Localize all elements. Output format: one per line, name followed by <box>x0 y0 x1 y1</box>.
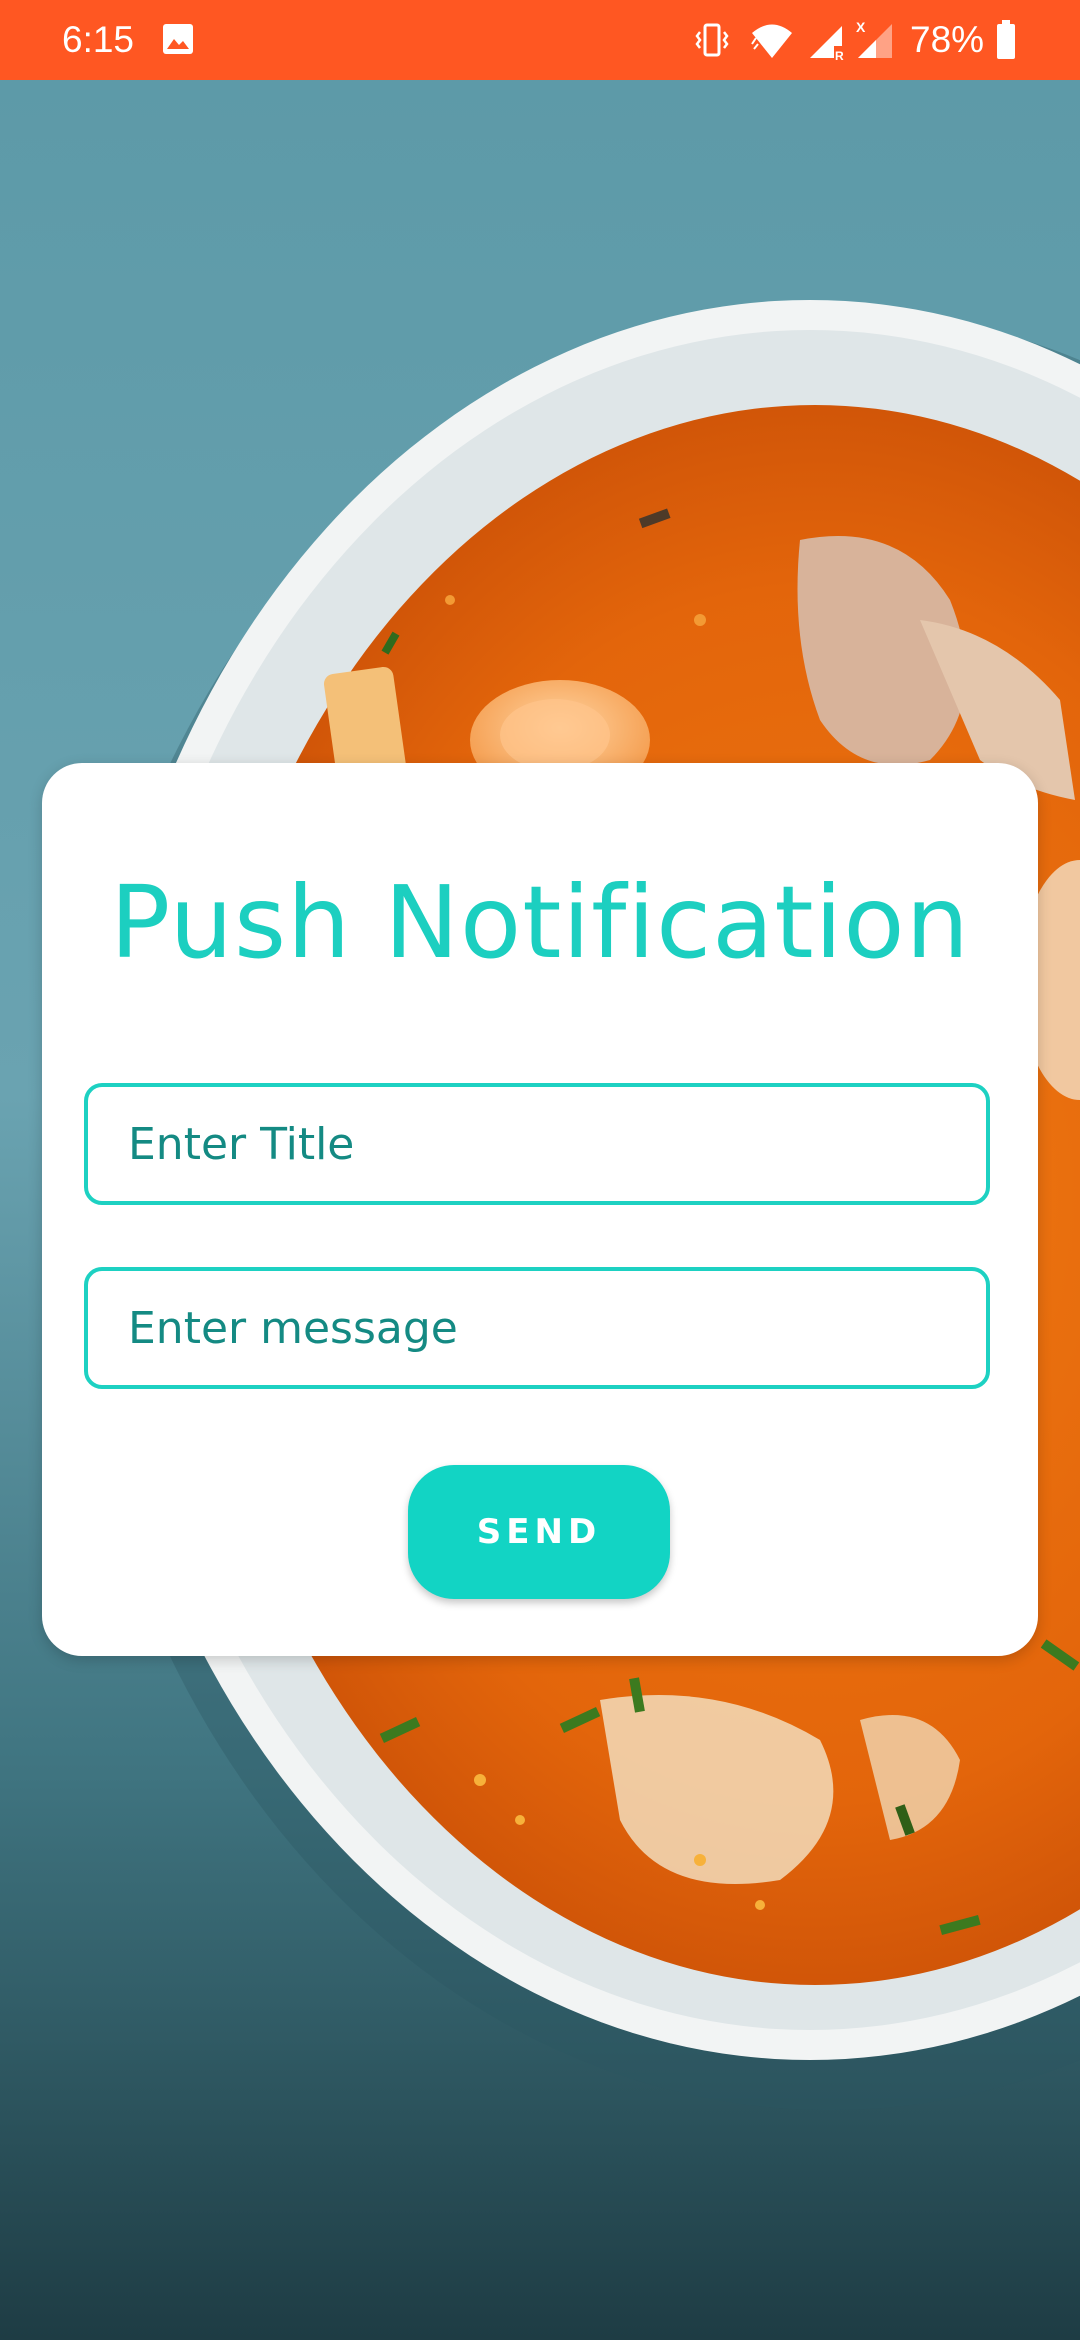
title-field[interactable] <box>84 1083 990 1205</box>
signal-roaming-icon: R <box>810 26 844 62</box>
image-icon <box>163 24 193 54</box>
vibrate-icon <box>695 23 729 57</box>
card-title: Push Notification <box>110 864 970 981</box>
svg-text:X: X <box>856 19 866 35</box>
wifi-icon <box>751 24 792 58</box>
send-button[interactable]: SEND <box>408 1465 670 1599</box>
message-input[interactable] <box>88 1271 986 1385</box>
signal-no-service-icon: X <box>856 19 892 58</box>
message-field[interactable] <box>84 1267 990 1389</box>
svg-text:R: R <box>835 49 844 62</box>
battery-percent: 78% <box>910 19 985 60</box>
push-notification-card: Push Notification SEND <box>42 763 1038 1656</box>
screen: 6:15 R X 78% Push Notification Enter Tit… <box>0 0 1080 2340</box>
status-bar: 6:15 R X 78% <box>0 0 1080 80</box>
battery-icon <box>997 20 1015 59</box>
title-input[interactable] <box>88 1087 986 1201</box>
status-time: 6:15 <box>62 19 135 60</box>
